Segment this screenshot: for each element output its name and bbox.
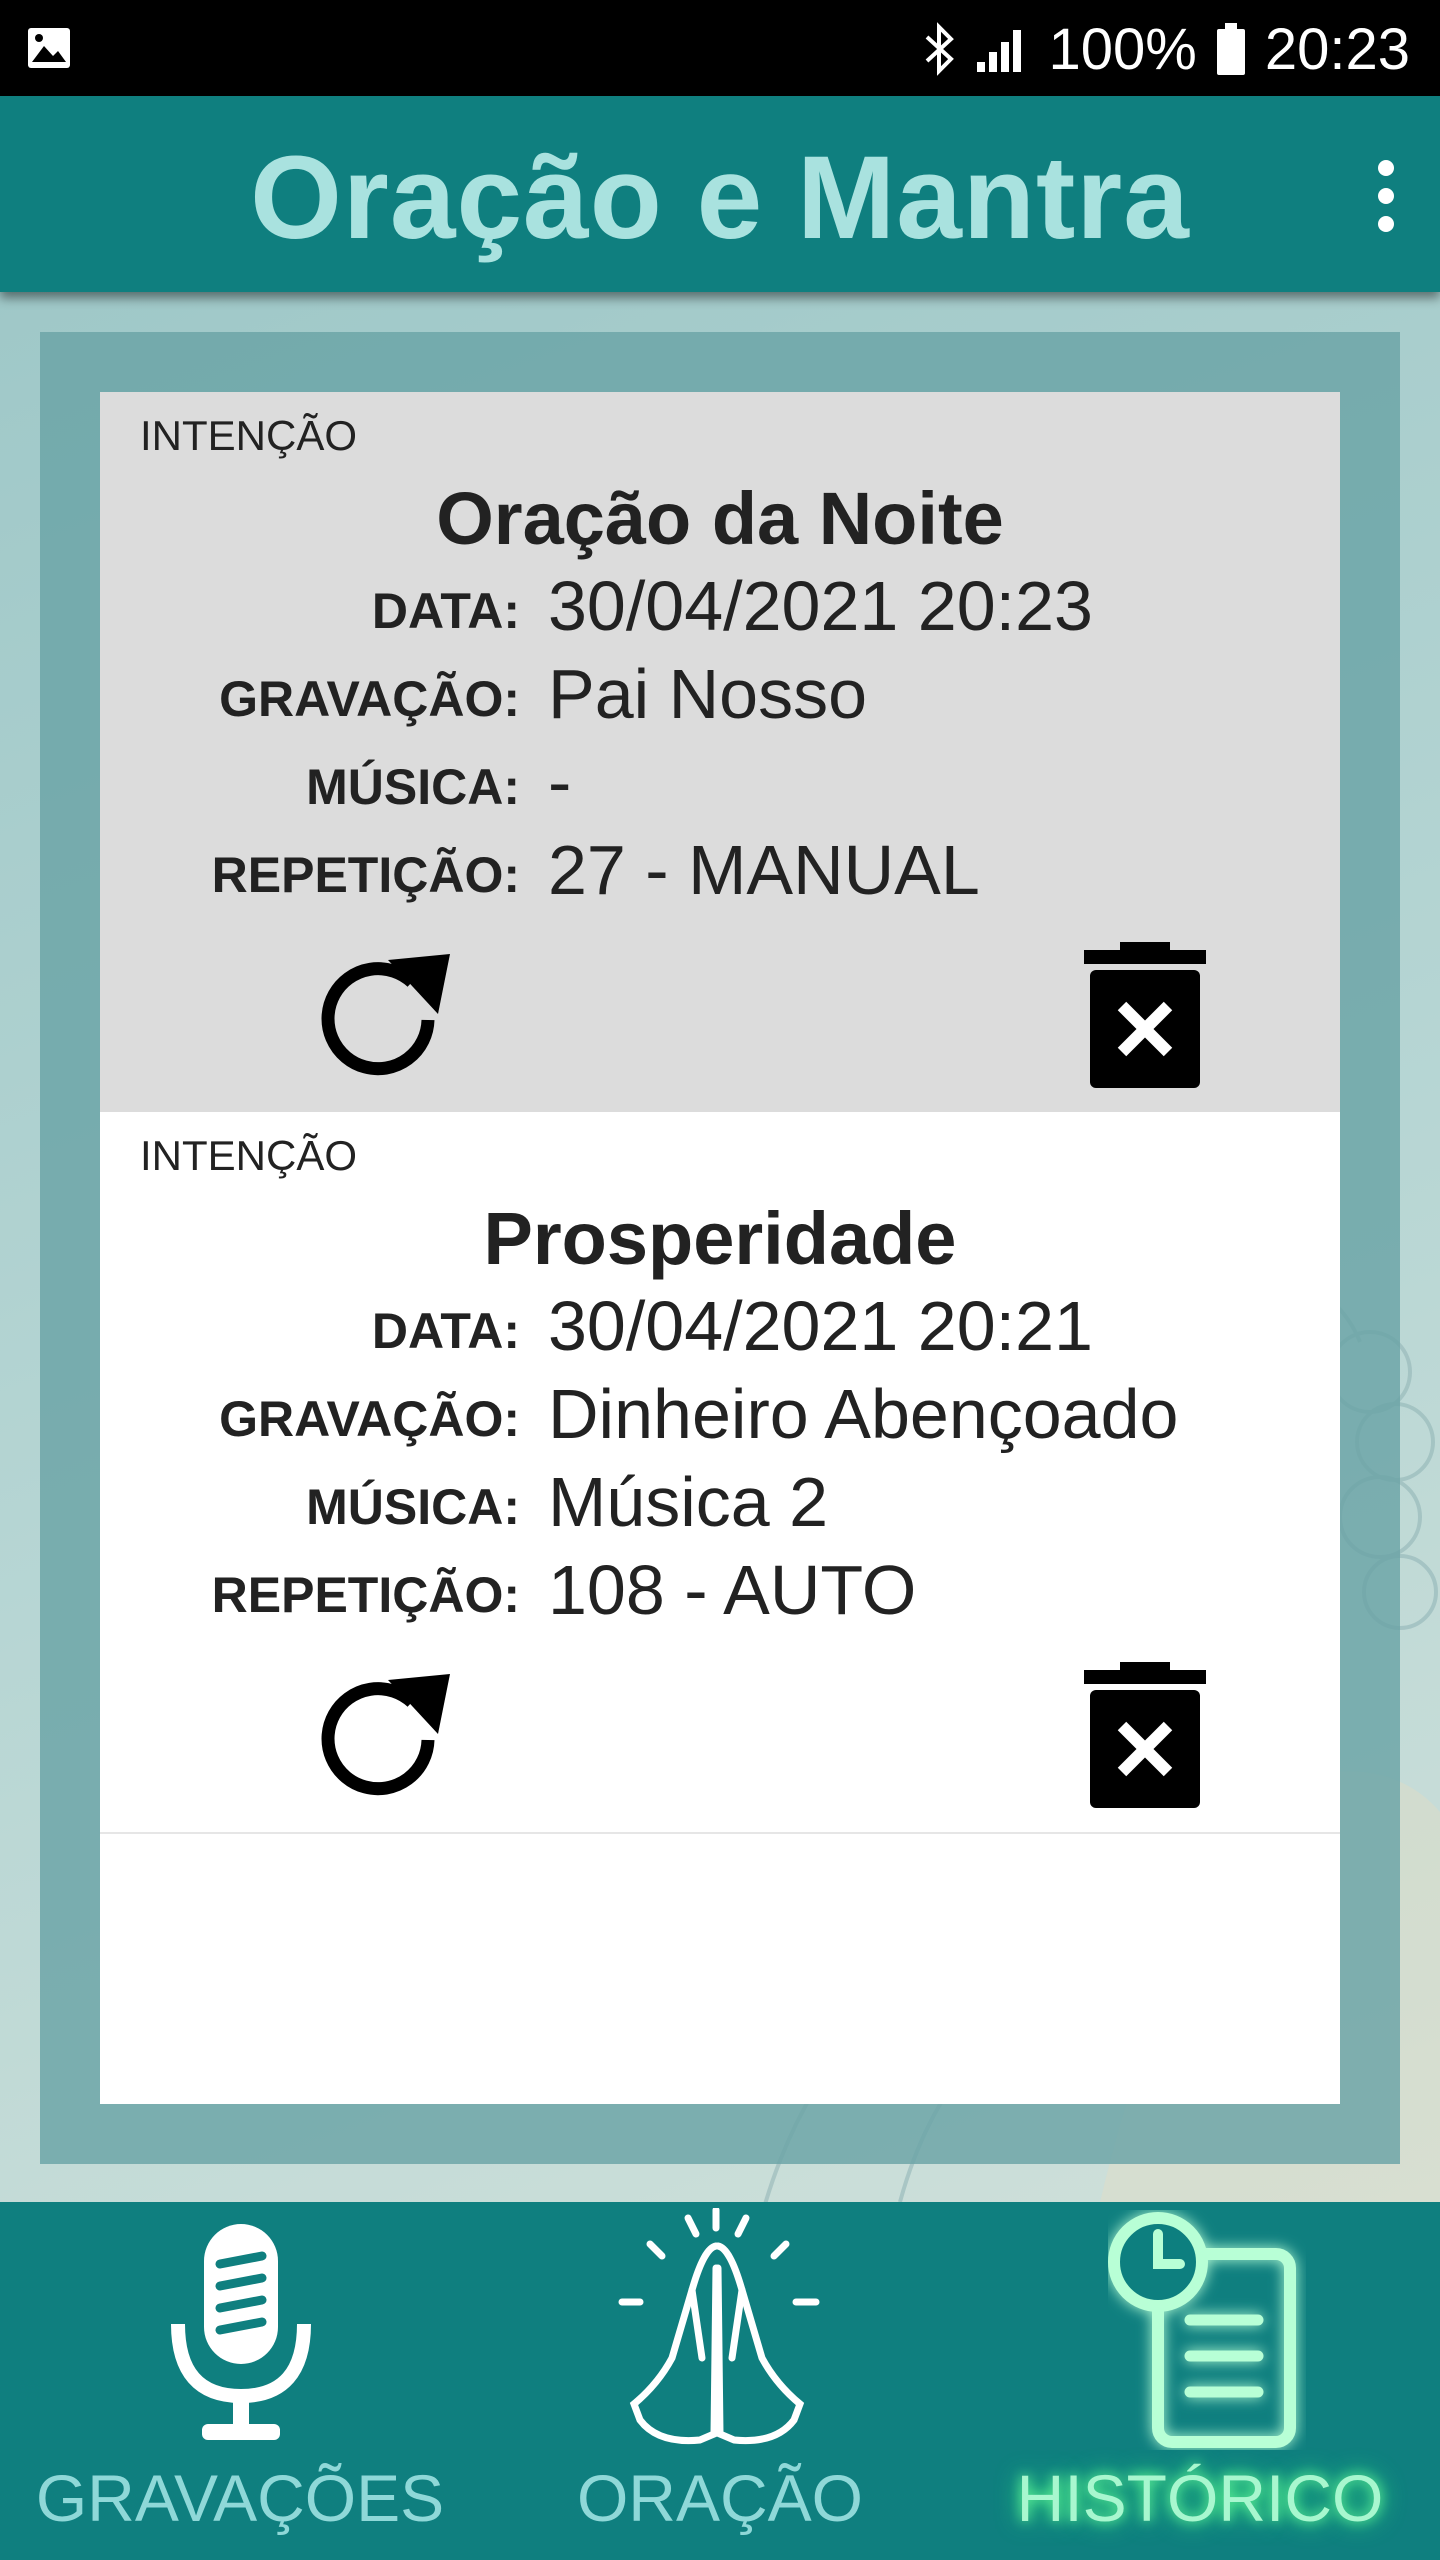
app-title: Oração e Mantra <box>250 132 1190 264</box>
intent-title: Prosperidade <box>483 1197 957 1280</box>
field-label: DATA: <box>371 1303 520 1359</box>
field-value: 30/04/2021 20:21 <box>548 1287 1093 1365</box>
delete-icon[interactable] <box>1080 942 1210 1092</box>
field-value: 108 - AUTO <box>548 1551 917 1629</box>
battery-icon <box>1216 23 1245 75</box>
history-document-icon <box>1108 2212 1296 2448</box>
field-label: GRAVAÇÃO: <box>219 1391 520 1447</box>
delete-icon[interactable] <box>1080 1662 1210 1812</box>
intent-label: INTENÇÃO <box>140 1132 358 1179</box>
history-card[interactable]: INTENÇÃO Prosperidade DATA: 30/04/2021 2… <box>100 1112 1340 1834</box>
field-label: GRAVAÇÃO: <box>219 671 520 727</box>
nav-label: ORAÇÃO <box>576 2461 864 2535</box>
nav-label: HISTÓRICO <box>1016 2461 1384 2535</box>
field-label: MÚSICA: <box>306 1479 520 1535</box>
more-vert-icon[interactable] <box>1356 148 1416 244</box>
bluetooth-icon <box>925 22 954 76</box>
refresh-icon[interactable] <box>310 1662 460 1812</box>
field-row-musica: MÚSICA: - <box>100 743 1340 826</box>
field-row-repeticao: REPETIÇÃO: 27 - MANUAL <box>100 831 1340 914</box>
battery-percent: 100% <box>1048 16 1197 82</box>
field-row-musica: MÚSICA: Música 2 <box>100 1463 1340 1546</box>
history-card[interactable]: INTENÇÃO Oração da Noite DATA: 30/04/202… <box>100 392 1340 1112</box>
nav-historico[interactable]: HISTÓRICO <box>960 2202 1440 2560</box>
field-value: Pai Nosso <box>548 655 868 733</box>
clock: 20:23 <box>1264 16 1410 82</box>
field-row-gravacao: GRAVAÇÃO: Pai Nosso <box>100 655 1340 738</box>
gallery-icon <box>28 28 70 68</box>
field-value: Dinheiro Abençoado <box>548 1375 1179 1453</box>
field-value: 30/04/2021 20:23 <box>548 567 1093 645</box>
field-row-data: DATA: 30/04/2021 20:23 <box>100 567 1340 650</box>
history-list[interactable]: INTENÇÃO Oração da Noite DATA: 30/04/202… <box>100 392 1340 2104</box>
signal-icon <box>976 30 1021 72</box>
field-value: 27 - MANUAL <box>548 831 980 909</box>
bottom-nav: GRAVAÇÕES ORAÇÃO HISTÓRICO <box>0 2202 1440 2560</box>
field-label: DATA: <box>371 583 520 639</box>
field-row-gravacao: GRAVAÇÃO: Dinheiro Abençoado <box>100 1375 1340 1458</box>
microphone-icon <box>171 2224 311 2440</box>
field-value: - <box>548 743 572 821</box>
status-bar: 100% 20:23 <box>0 0 1440 96</box>
field-label: REPETIÇÃO: <box>211 1567 520 1623</box>
refresh-icon[interactable] <box>310 942 460 1092</box>
field-row-data: DATA: 30/04/2021 20:21 <box>100 1287 1340 1370</box>
field-label: MÚSICA: <box>306 759 520 815</box>
nav-label: GRAVAÇÕES <box>35 2461 445 2535</box>
nav-gravacoes[interactable]: GRAVAÇÕES <box>0 2202 480 2560</box>
nav-oracao[interactable]: ORAÇÃO <box>480 2202 960 2560</box>
field-label: REPETIÇÃO: <box>211 847 520 903</box>
intent-label: INTENÇÃO <box>140 412 358 459</box>
field-row-repeticao: REPETIÇÃO: 108 - AUTO <box>100 1551 1340 1634</box>
intent-title: Oração da Noite <box>436 477 1004 560</box>
praying-hands-icon <box>618 2208 820 2445</box>
field-value: Música 2 <box>548 1463 829 1541</box>
app-bar: Oração e Mantra <box>0 96 1440 292</box>
